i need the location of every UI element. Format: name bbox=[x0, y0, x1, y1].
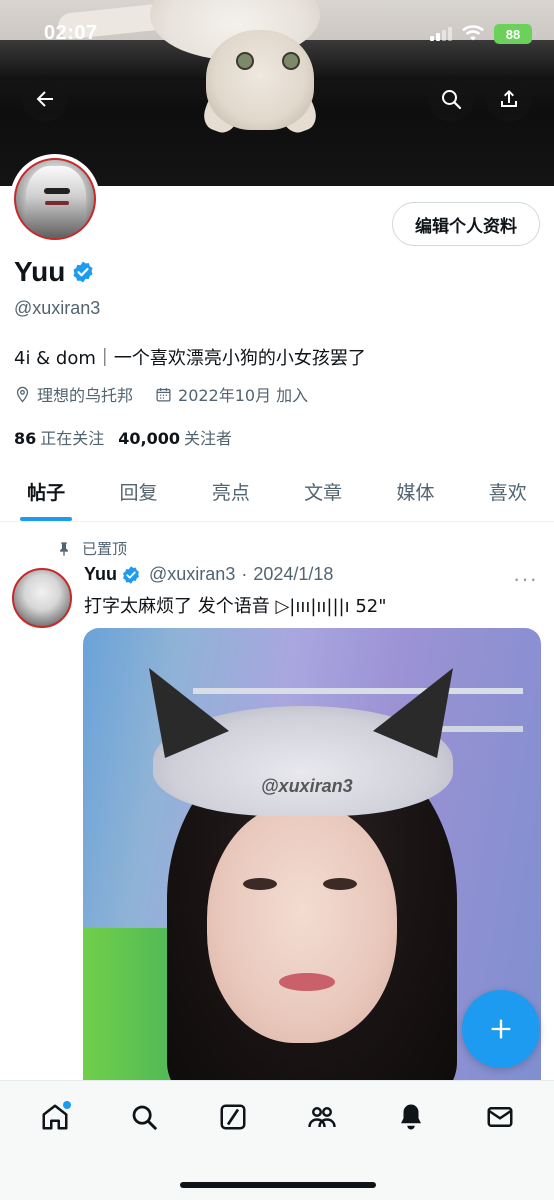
tab-media[interactable]: 媒体 bbox=[369, 462, 461, 521]
post-header: Yuu @xuxiran3 · 2024/1/18 bbox=[84, 564, 333, 585]
bottom-nav bbox=[0, 1080, 554, 1200]
profile-bio: 4i & dom｜一个喜欢漂亮小狗的小女孩罢了 bbox=[14, 348, 366, 369]
status-time: 02:07 bbox=[44, 22, 98, 44]
media-face bbox=[207, 803, 397, 1043]
tab-posts[interactable]: 帖子 bbox=[0, 462, 92, 521]
tab-articles[interactable]: 文章 bbox=[277, 462, 369, 521]
post-author-handle: @xuxiran3 bbox=[149, 564, 236, 584]
share-button[interactable] bbox=[486, 76, 532, 122]
banner-cat-head bbox=[206, 30, 314, 130]
location-pin-icon bbox=[16, 386, 29, 403]
search-icon bbox=[132, 1105, 157, 1130]
followers-count: 40,000 bbox=[118, 429, 181, 448]
pinned-label: 已置顶 bbox=[82, 540, 128, 558]
bell-icon bbox=[400, 1104, 421, 1130]
pin-icon bbox=[60, 541, 68, 556]
joined-item: 2022年10月 加入 bbox=[155, 382, 308, 406]
wifi-icon bbox=[462, 25, 484, 41]
profile-avatar[interactable] bbox=[10, 154, 100, 244]
pinned-indicator: 已置顶 bbox=[56, 538, 127, 559]
following-label: 正在关注 bbox=[40, 429, 105, 448]
grok-icon bbox=[220, 1104, 245, 1130]
media-eye bbox=[243, 878, 277, 890]
nav-messages[interactable] bbox=[470, 1087, 530, 1147]
joined-text: 2022年10月 加入 bbox=[178, 386, 309, 405]
post-more-button[interactable]: ··· bbox=[513, 566, 538, 592]
signal-icon bbox=[430, 27, 452, 41]
notification-dot bbox=[62, 1101, 71, 1109]
follow-stats: 86 正在关注 40,000 关注者 bbox=[14, 425, 232, 449]
battery-icon: 88 bbox=[494, 24, 536, 44]
nav-communities[interactable] bbox=[292, 1087, 352, 1147]
location-text: 理想的乌托邦 bbox=[37, 386, 134, 405]
media-eye bbox=[323, 878, 357, 890]
verified-badge-icon bbox=[73, 261, 93, 283]
compose-button[interactable] bbox=[462, 990, 540, 1068]
post-author-name[interactable]: Yuu bbox=[84, 564, 117, 585]
tab-highlights[interactable]: 亮点 bbox=[185, 462, 277, 521]
back-button[interactable] bbox=[22, 76, 68, 122]
following-count: 86 bbox=[14, 429, 37, 448]
profile-handle: @xuxiran3 bbox=[14, 298, 101, 318]
location-item: 理想的乌托邦 bbox=[14, 382, 133, 406]
tab-likes[interactable]: 喜欢 bbox=[462, 462, 554, 521]
share-icon bbox=[501, 90, 517, 107]
home-indicator[interactable] bbox=[180, 1182, 376, 1188]
arrow-left-icon bbox=[36, 91, 53, 107]
status-icons: 88 bbox=[430, 24, 536, 44]
calendar-icon bbox=[156, 387, 171, 402]
post-date-separator: · bbox=[241, 564, 248, 584]
edit-profile-button[interactable]: 编辑个人资料 bbox=[392, 202, 540, 246]
media-background-rail bbox=[193, 688, 523, 694]
followers-link[interactable]: 40,000 关注者 bbox=[118, 425, 232, 449]
plus-icon bbox=[491, 1019, 511, 1039]
following-link[interactable]: 86 正在关注 bbox=[14, 425, 104, 449]
banner-cat-eye bbox=[236, 52, 254, 70]
followers-label: 关注者 bbox=[184, 429, 233, 448]
post-author-avatar[interactable] bbox=[12, 568, 72, 628]
verified-badge-icon bbox=[123, 565, 139, 584]
display-name: Yuu bbox=[14, 256, 66, 287]
nav-grok[interactable] bbox=[203, 1087, 263, 1147]
tab-replies[interactable]: 回复 bbox=[92, 462, 184, 521]
profile-meta: 理想的乌托邦 2022年10月 加入 bbox=[14, 382, 308, 406]
mail-icon bbox=[487, 1107, 512, 1127]
search-icon bbox=[442, 90, 462, 110]
banner-cat-eye bbox=[282, 52, 300, 70]
nav-home[interactable] bbox=[25, 1087, 85, 1147]
nav-search[interactable] bbox=[114, 1087, 174, 1147]
post-text: 打字太麻烦了 发个语音 ▷|ııı|ıı|||ı 52" bbox=[84, 596, 387, 617]
post-date: 2024/1/18 bbox=[253, 564, 334, 584]
name-row: Yuu bbox=[14, 256, 95, 288]
media-watermark: @xuxiran3 bbox=[261, 776, 353, 796]
communities-icon bbox=[307, 1107, 336, 1128]
nav-notifications[interactable] bbox=[381, 1087, 441, 1147]
search-button[interactable] bbox=[428, 76, 474, 122]
profile-tabs: 帖子 回复 亮点 文章 媒体 喜欢 bbox=[0, 462, 554, 522]
media-lips bbox=[279, 973, 335, 991]
